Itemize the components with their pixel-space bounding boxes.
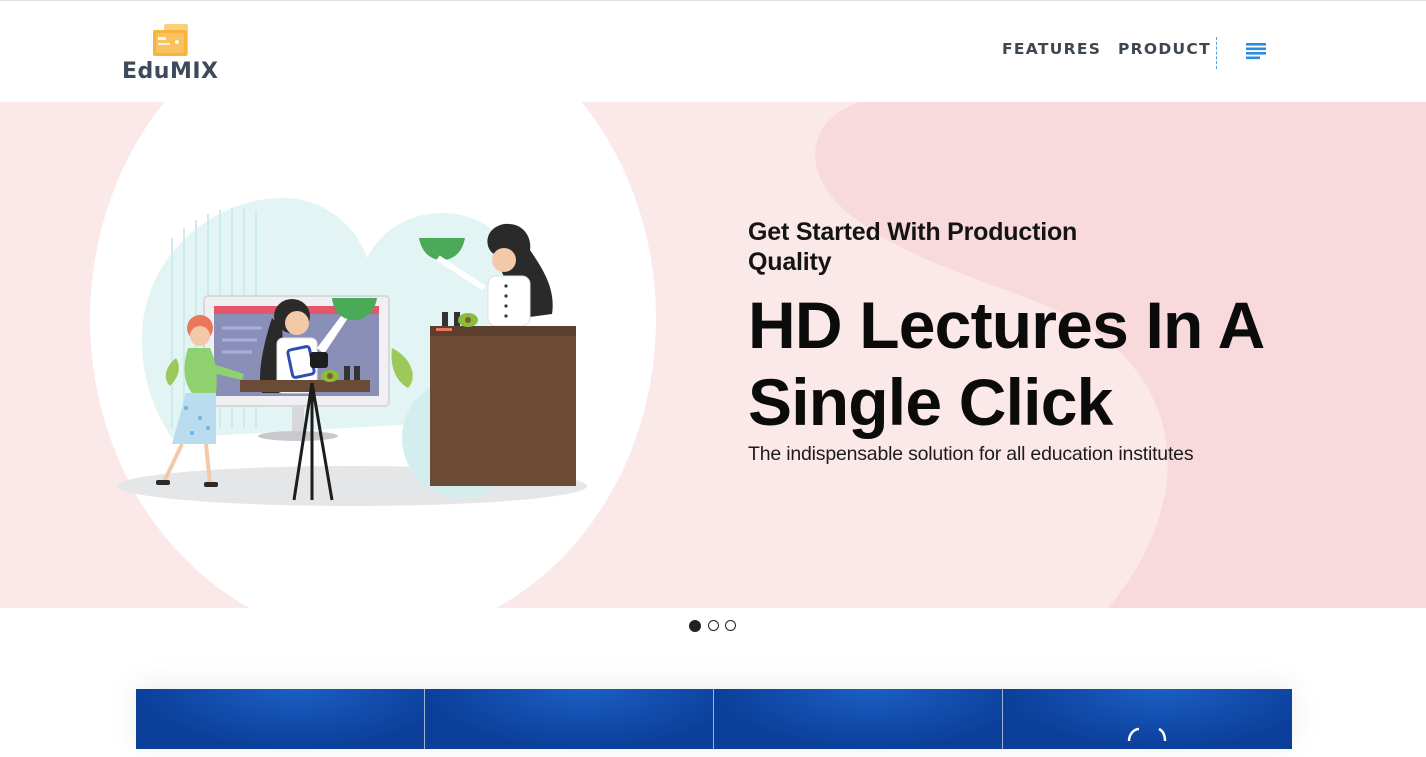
carousel-dot-1[interactable]	[689, 620, 701, 632]
hero-subtitle: The indispensable solution for all educa…	[748, 443, 1194, 465]
hero-title: HD Lectures In A Single Click	[748, 288, 1263, 439]
feature-strip	[136, 689, 1292, 749]
hamburger-menu-icon[interactable]	[1244, 42, 1268, 60]
feature-icon	[1127, 727, 1167, 742]
logo-text: EduMIX	[122, 59, 219, 84]
edumix-logo[interactable]: EduMIX	[120, 21, 224, 89]
nav-product[interactable]: PRODUCT	[1118, 40, 1211, 62]
feature-panel-2[interactable]	[425, 689, 714, 749]
chef-lecture-illustration	[117, 198, 587, 506]
nav-divider	[1216, 37, 1217, 69]
logo-film-icon	[153, 24, 188, 56]
feature-panel-1[interactable]	[136, 689, 425, 749]
feature-panel-4[interactable]	[1003, 689, 1292, 749]
feature-panel-3[interactable]	[714, 689, 1003, 749]
site-header: EduMIX FEATURES PRODUCT	[0, 0, 1426, 102]
carousel-dot-3[interactable]	[725, 620, 736, 631]
hero-banner: Get Started With Production Quality HD L…	[0, 102, 1426, 608]
nav-features[interactable]: FEATURES	[1002, 40, 1101, 62]
hero-kicker: Get Started With Production Quality	[748, 218, 1078, 276]
carousel-dot-2[interactable]	[708, 620, 719, 631]
